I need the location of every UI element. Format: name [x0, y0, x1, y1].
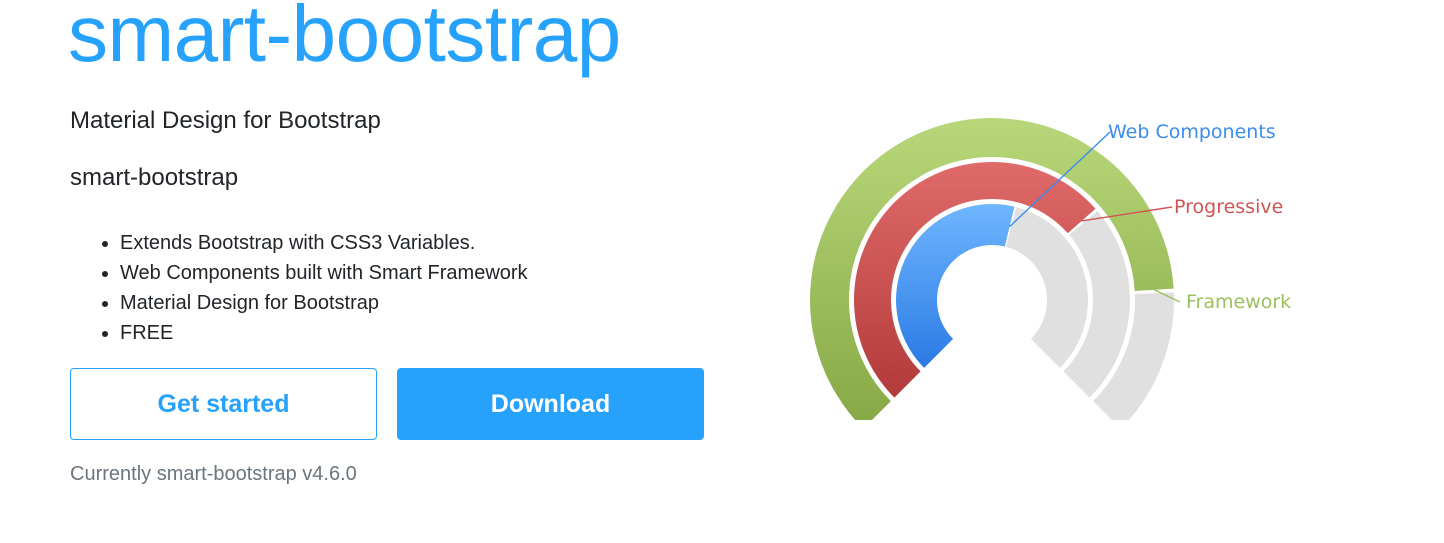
feature-item: Web Components built with Smart Framewor…: [120, 258, 528, 288]
page: smart-bootstrap Material Design for Boot…: [0, 0, 1444, 543]
hero-subtitle: Material Design for Bootstrap: [70, 107, 381, 134]
radial-chart-svg: Web Components Progressive Framework: [810, 117, 1291, 429]
series-label: Framework: [1186, 291, 1291, 313]
feature-list: Extends Bootstrap with CSS3 Variables. W…: [80, 228, 528, 348]
feature-item: Extends Bootstrap with CSS3 Variables.: [120, 228, 528, 258]
series-label: Progressive: [1174, 196, 1283, 218]
version-text: Currently smart-bootstrap v4.6.0: [70, 463, 357, 485]
feature-item: FREE: [120, 318, 528, 348]
hero-product-name: smart-bootstrap: [70, 164, 239, 191]
hero-title: smart-bootstrap: [68, 0, 621, 78]
get-started-button[interactable]: Get started: [70, 368, 377, 440]
download-button[interactable]: Download: [397, 368, 704, 440]
series-label: Web Components: [1108, 121, 1276, 143]
feature-item: Material Design for Bootstrap: [120, 288, 528, 318]
radial-chart: Web Components Progressive Framework: [760, 60, 1320, 429]
